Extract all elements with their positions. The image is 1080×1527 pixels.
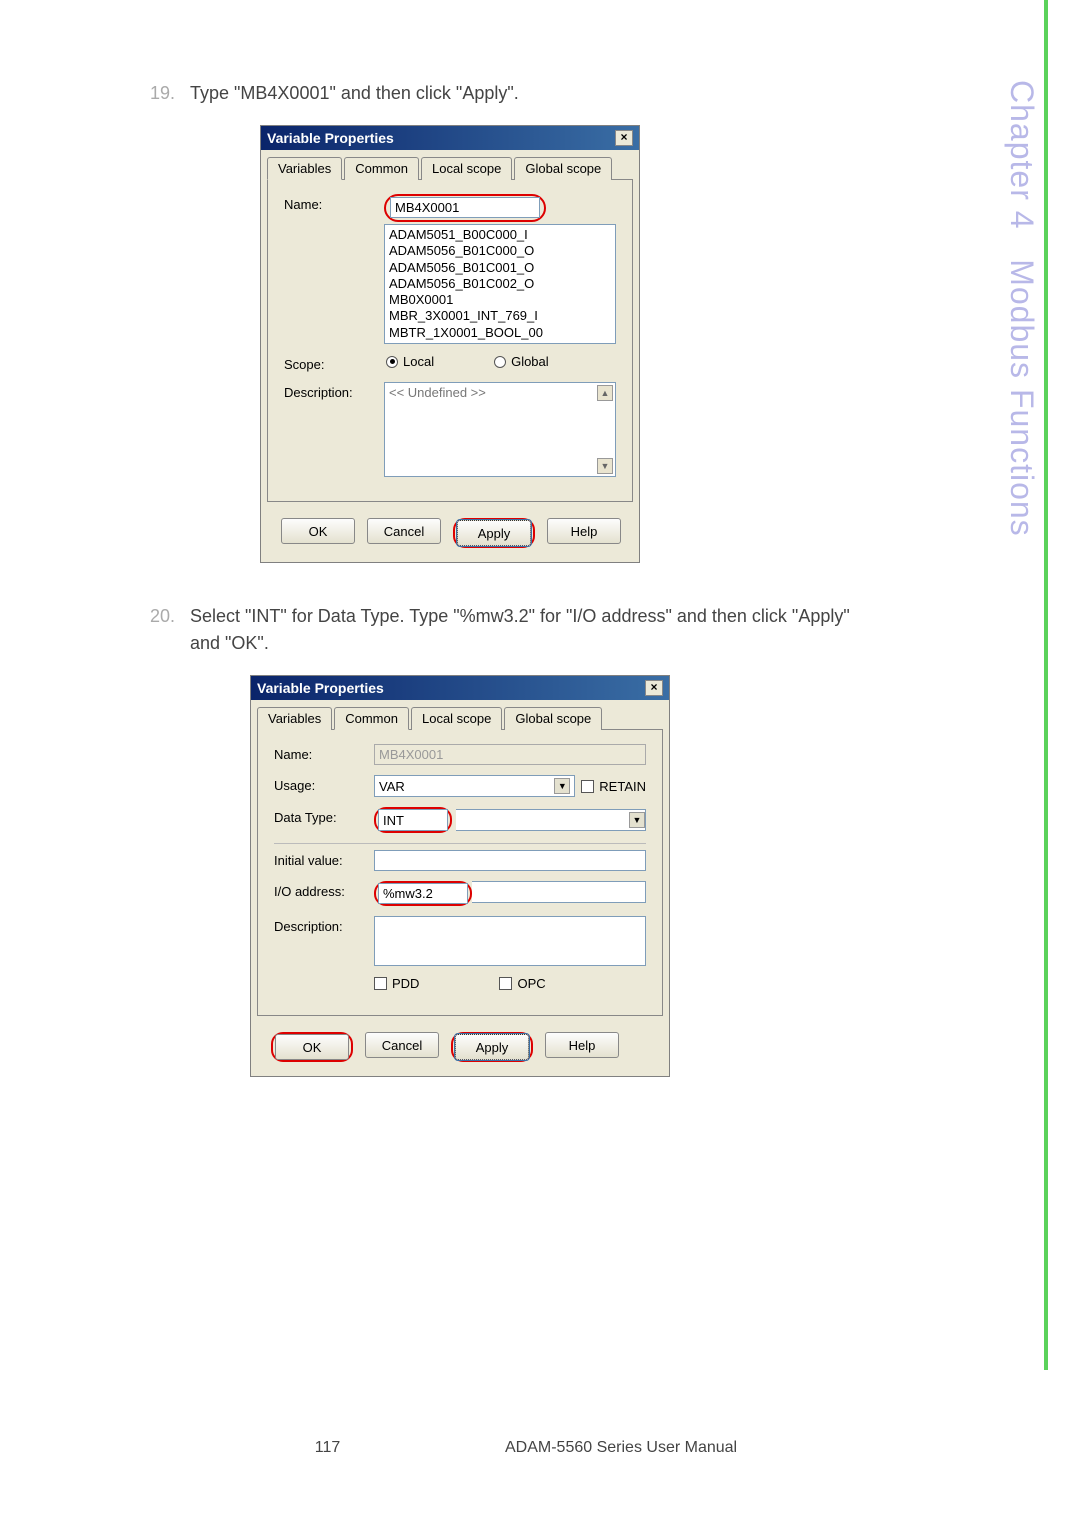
step-20: 20. Select "INT" for Data Type. Type "%m… <box>150 603 850 657</box>
titlebar: Variable Properties × <box>261 126 639 150</box>
description-textarea[interactable]: << Undefined >> ▲ ▼ <box>384 382 616 477</box>
step-19-number: 19. <box>150 80 190 107</box>
usage-value: VAR <box>379 779 405 794</box>
datatype-highlight: INT <box>374 807 452 833</box>
opc-checkbox[interactable]: OPC <box>499 976 545 991</box>
pdd-label: PDD <box>392 976 419 991</box>
usage-select[interactable]: VAR ▼ <box>374 775 575 797</box>
dialog-button-row: OK Cancel Apply Help <box>261 508 639 562</box>
scope-local-radio[interactable]: Local <box>386 354 434 369</box>
pdd-checkbox[interactable]: PDD <box>374 976 419 991</box>
cancel-button[interactable]: Cancel <box>367 518 441 544</box>
apply-highlight: Apply <box>451 1032 533 1062</box>
variable-properties-dialog-2: Variable Properties × Variables Common L… <box>250 675 670 1077</box>
scope-global-label: Global <box>511 354 549 369</box>
close-button[interactable]: × <box>645 680 663 696</box>
list-item[interactable]: ADAM5056_B01C002_O <box>389 276 611 292</box>
page-number: 117 <box>150 1439 505 1457</box>
chevron-down-icon[interactable]: ▼ <box>629 812 645 828</box>
checkbox-icon <box>374 977 387 990</box>
list-item[interactable]: MBTR_1X0001_BOOL_00 <box>389 325 611 341</box>
data-type-value: INT <box>383 813 404 828</box>
list-item[interactable]: MBR_3X0001_INT_769_I <box>389 308 611 324</box>
name-label: Name: <box>284 194 384 212</box>
variable-properties-dialog-1: Variable Properties × Variables Common L… <box>260 125 640 563</box>
description-label: Description: <box>284 382 384 400</box>
chapter-heading: Chapter 4 Modbus Functions <box>1003 80 1040 537</box>
usage-label: Usage: <box>274 775 374 793</box>
list-item[interactable]: ADAM5051_B00C000_I <box>389 227 611 243</box>
step-20-text: Select "INT" for Data Type. Type "%mw3.2… <box>190 603 850 657</box>
tab-local-scope[interactable]: Local scope <box>421 157 512 180</box>
tab-global-scope[interactable]: Global scope <box>504 707 602 730</box>
page-footer: 117 ADAM-5560 Series User Manual <box>150 1439 860 1457</box>
apply-button[interactable]: Apply <box>457 520 531 546</box>
ok-highlight: OK <box>271 1032 353 1062</box>
tab-strip: Variables Common Local scope Global scop… <box>261 150 639 179</box>
tab-common[interactable]: Common <box>334 707 409 730</box>
name-highlight <box>384 194 546 222</box>
name-input[interactable] <box>390 197 540 218</box>
side-accent-bar <box>1044 0 1048 1370</box>
description-input[interactable] <box>374 916 646 966</box>
list-item[interactable]: ADAM5056_B01C001_O <box>389 260 611 276</box>
dialog-title: Variable Properties <box>257 680 384 696</box>
list-item[interactable]: ADAM5056_B01C000_O <box>389 243 611 259</box>
step-19-text: Type "MB4X0001" and then click "Apply". <box>190 80 519 107</box>
help-button[interactable]: Help <box>547 518 621 544</box>
name-input-disabled <box>374 744 646 765</box>
name-listbox[interactable]: ADAM5051_B00C000_I ADAM5056_B01C000_O AD… <box>384 224 616 344</box>
scope-global-radio[interactable]: Global <box>494 354 549 369</box>
close-button[interactable]: × <box>615 130 633 146</box>
tab-strip: Variables Common Local scope Global scop… <box>251 700 669 729</box>
radio-icon <box>494 356 506 368</box>
chapter-label: Chapter 4 <box>1004 80 1040 230</box>
dialog-button-row: OK Cancel Apply Help <box>251 1022 669 1076</box>
scroll-down-icon[interactable]: ▼ <box>597 458 613 474</box>
opc-label: OPC <box>517 976 545 991</box>
data-type-label: Data Type: <box>274 807 374 825</box>
dialog-title: Variable Properties <box>267 130 394 146</box>
scope-label: Scope: <box>284 354 384 372</box>
tab-panel-common: Name: Usage: VAR ▼ RETAIN <box>257 729 663 1016</box>
initial-value-input[interactable] <box>374 850 646 871</box>
tab-panel-variables: Name: ADAM5051_B00C000_I ADAM5056_B01C00… <box>267 179 633 502</box>
apply-button[interactable]: Apply <box>455 1034 529 1060</box>
cancel-button[interactable]: Cancel <box>365 1032 439 1058</box>
titlebar: Variable Properties × <box>251 676 669 700</box>
tab-common[interactable]: Common <box>344 157 419 180</box>
data-type-select[interactable]: INT <box>378 809 448 831</box>
description-value: << Undefined >> <box>389 385 486 400</box>
help-button[interactable]: Help <box>545 1032 619 1058</box>
checkbox-icon <box>499 977 512 990</box>
name-label: Name: <box>274 744 374 762</box>
io-highlight <box>374 881 472 906</box>
io-address-label: I/O address: <box>274 881 374 899</box>
scroll-up-icon[interactable]: ▲ <box>597 385 613 401</box>
divider <box>274 843 646 844</box>
retain-label: RETAIN <box>599 779 646 794</box>
radio-icon <box>386 356 398 368</box>
chapter-title: Modbus Functions <box>1004 259 1040 536</box>
manual-title: ADAM-5560 Series User Manual <box>505 1439 860 1457</box>
description-label: Description: <box>274 916 374 934</box>
tab-global-scope[interactable]: Global scope <box>514 157 612 180</box>
retain-checkbox[interactable]: RETAIN <box>581 779 646 794</box>
checkbox-icon <box>581 780 594 793</box>
step-19: 19. Type "MB4X0001" and then click "Appl… <box>150 80 850 107</box>
initial-value-label: Initial value: <box>274 850 374 868</box>
ok-button[interactable]: OK <box>275 1034 349 1060</box>
tab-local-scope[interactable]: Local scope <box>411 707 502 730</box>
tab-variables[interactable]: Variables <box>267 157 342 180</box>
io-address-input[interactable] <box>378 883 468 904</box>
tab-variables[interactable]: Variables <box>257 707 332 730</box>
ok-button[interactable]: OK <box>281 518 355 544</box>
scope-local-label: Local <box>403 354 434 369</box>
list-item[interactable]: MB0X0001 <box>389 292 611 308</box>
step-20-number: 20. <box>150 603 190 657</box>
apply-highlight: Apply <box>453 518 535 548</box>
chevron-down-icon: ▼ <box>554 778 570 794</box>
